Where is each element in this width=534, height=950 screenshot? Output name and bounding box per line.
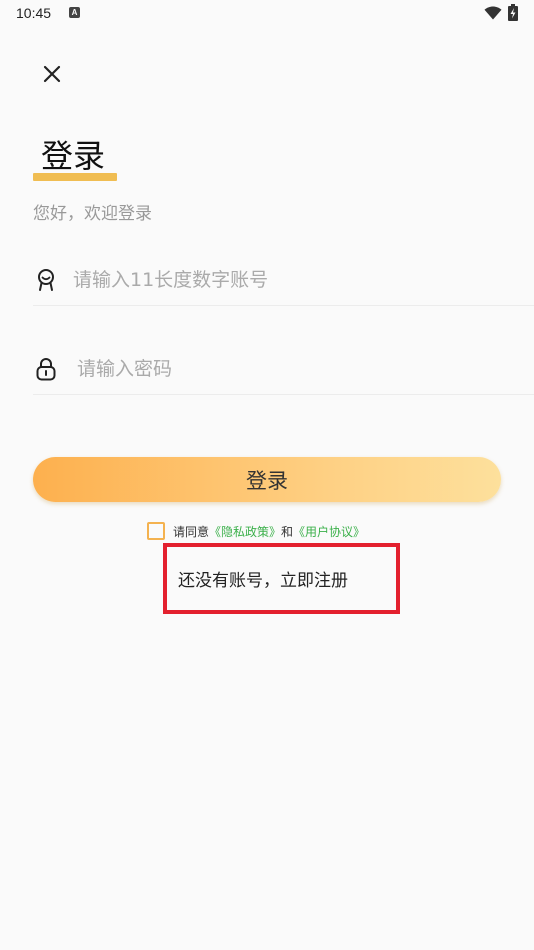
login-button[interactable]: 登录 xyxy=(33,457,501,502)
status-bar: 10:45 A xyxy=(0,0,534,28)
lock-icon xyxy=(36,358,56,381)
privacy-policy-link[interactable]: 《隐私政策》 xyxy=(209,523,281,540)
close-icon[interactable] xyxy=(41,63,63,85)
agreement-row: 请同意 《隐私政策》 和 《用户协议》 xyxy=(147,521,365,541)
page-title: 登录 xyxy=(41,137,106,175)
agree-checkbox[interactable] xyxy=(147,522,165,540)
a-letter-icon: A xyxy=(69,7,80,18)
agreement-and: 和 xyxy=(281,524,294,539)
battery-charging-icon xyxy=(508,4,518,21)
account-field-row xyxy=(33,255,534,306)
agreement-prefix: 请同意 xyxy=(173,524,210,539)
account-input[interactable] xyxy=(73,263,513,297)
user-icon xyxy=(38,269,54,291)
register-link[interactable]: 还没有账号，立即注册 xyxy=(178,566,348,591)
password-field-row xyxy=(33,344,534,395)
status-time: 10:45 xyxy=(16,5,52,21)
user-agreement-link[interactable]: 《用户协议》 xyxy=(293,523,365,540)
wifi-icon xyxy=(484,6,502,20)
page-subtitle: 您好，欢迎登录 xyxy=(33,204,152,224)
password-input[interactable] xyxy=(77,352,517,386)
